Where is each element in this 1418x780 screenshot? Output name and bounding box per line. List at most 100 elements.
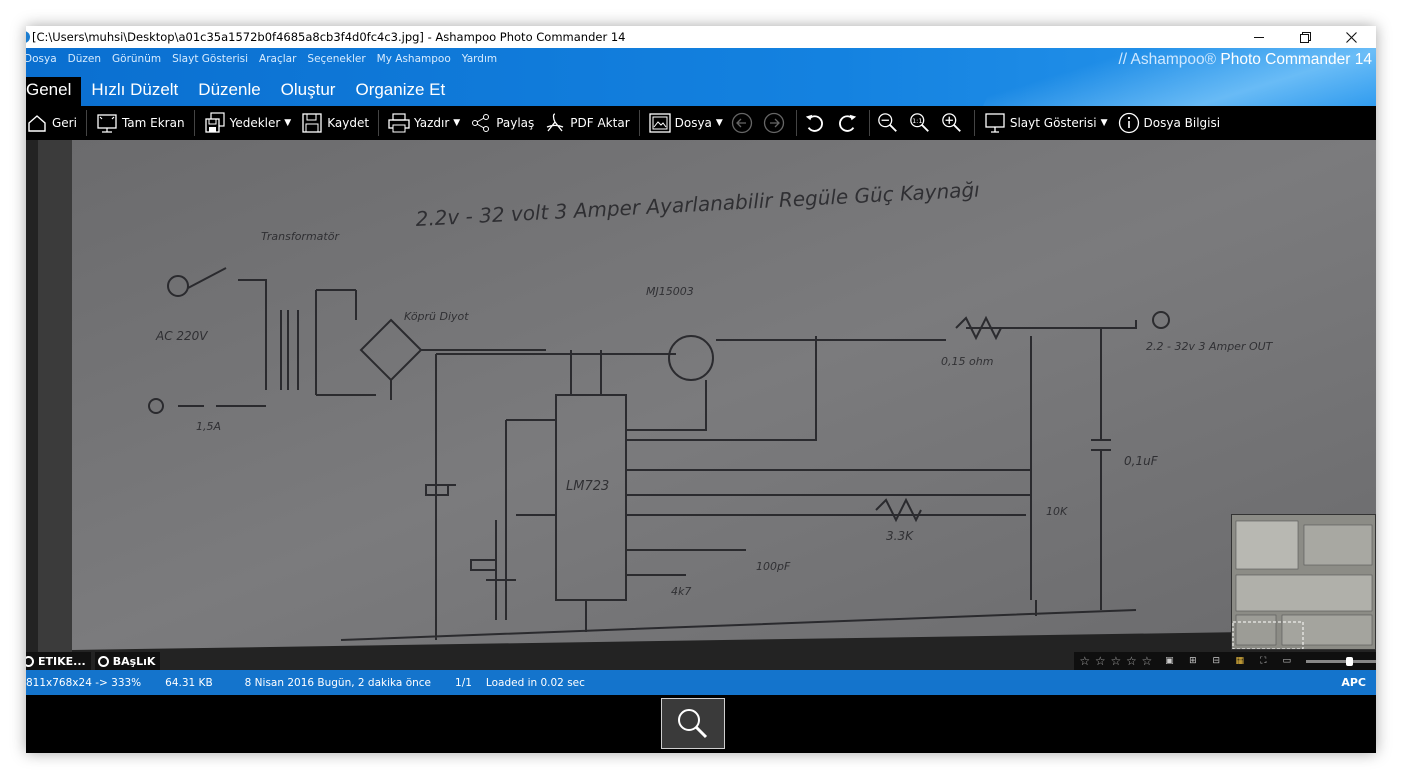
rating-bar: ☆ ☆ ☆ ☆ ☆ ▣ ⊞ ⊟ ▦ ⛶ ▭ <box>1074 652 1376 670</box>
zoom-slider[interactable] <box>1306 656 1376 666</box>
photo-pot-text: 10K <box>1046 505 1068 518</box>
photo-ac-text: AC 220V <box>155 329 208 343</box>
menu-gorunum[interactable]: Görünüm <box>112 53 161 65</box>
rating-star-icon[interactable]: ☆ <box>1125 654 1139 668</box>
print-label: Yazdır <box>414 116 450 130</box>
window-title: [C:\Users\muhsi\Desktop\a01c35a1572b0f46… <box>32 30 626 44</box>
zoom-in-button[interactable] <box>938 106 970 140</box>
tag-button[interactable]: ETIKE... <box>26 652 91 670</box>
info-circle-icon <box>1118 112 1140 134</box>
tag-label: ETIKE... <box>38 654 86 668</box>
file-button[interactable]: Dosya ▼ <box>644 106 728 140</box>
zoom-out-button[interactable] <box>874 106 906 140</box>
rating-star-icon[interactable]: ☆ <box>1078 654 1092 668</box>
rotate-right-icon <box>836 112 858 134</box>
file-label: Dosya <box>674 116 712 130</box>
menu-secenekler[interactable]: Seçenekler <box>307 53 365 65</box>
status-date: 8 Nisan 2016 Bugün, 2 dakika önce <box>244 676 432 689</box>
rating-star-icon[interactable]: ☆ <box>1094 654 1108 668</box>
tab-hizli-duzelt[interactable]: Hızlı Düzelt <box>81 77 188 106</box>
navigator-thumbnail[interactable] <box>1231 514 1376 650</box>
filmstrip <box>26 695 1376 753</box>
tab-olustur[interactable]: Oluştur <box>271 77 346 106</box>
menu-duzen[interactable]: Düzen <box>68 53 101 65</box>
photo-transistor-text: MJ15003 <box>646 285 694 298</box>
toolbar: Geri Tam Ekran Yedekler ▼ Kaydet Yazdır … <box>26 106 1376 140</box>
overlay-tags: ETIKE... BAşLıK <box>26 652 161 670</box>
menu-slayt-gosterisi[interactable]: Slayt Gösterisi <box>172 53 248 65</box>
image-viewport[interactable]: 2.2v - 32 volt 3 Amper Ayarlanabilir Reg… <box>26 140 1376 670</box>
title-button[interactable]: BAşLıK <box>94 652 161 670</box>
file-info-button[interactable]: Dosya Bilgisi <box>1113 106 1226 140</box>
status-index: 1/1 <box>455 676 472 689</box>
tag-radio-icon <box>26 655 34 667</box>
app-icon <box>26 31 30 43</box>
zoom-in-icon <box>941 112 963 134</box>
pdf-export-button[interactable]: PDF Aktar <box>539 106 634 140</box>
share-icon <box>470 112 492 134</box>
zoom-slider-knob[interactable] <box>1346 656 1354 666</box>
app-window: [C:\Users\muhsi\Desktop\a01c35a1572b0f46… <box>26 26 1376 753</box>
brand-prefix: // Ashampoo® <box>1118 51 1217 68</box>
single-view-icon[interactable]: ▣ <box>1162 655 1177 667</box>
rotate-right-button[interactable] <box>833 106 865 140</box>
dropdown-arrow-icon: ▼ <box>715 118 723 128</box>
backups-button[interactable]: Yedekler ▼ <box>199 106 297 140</box>
fit-screen-icon[interactable]: ⛶ <box>1256 655 1271 667</box>
title-radio-icon <box>97 655 109 667</box>
tab-duzenle[interactable]: Düzenle <box>188 77 270 106</box>
print-button[interactable]: Yazdır ▼ <box>383 106 465 140</box>
save-button[interactable]: Kaydet <box>296 106 374 140</box>
svg-text:1:1: 1:1 <box>912 117 922 125</box>
compare-view-icon[interactable]: ⊞ <box>1185 655 1200 667</box>
dropdown-arrow-icon: ▼ <box>284 118 292 128</box>
rating-star-icon[interactable]: ☆ <box>1109 654 1123 668</box>
photo-r2-text: 4k7 <box>671 585 691 598</box>
minimize-icon <box>1254 36 1264 38</box>
rotate-left-icon <box>804 112 826 134</box>
menu-bar: Dosya Düzen Görünüm Slayt Gösterisi Araç… <box>26 53 497 65</box>
pdf-acrobat-icon <box>544 112 566 134</box>
close-icon <box>1345 31 1357 43</box>
photo-output-text: 2.2 - 32v 3 Amper OUT <box>1146 340 1274 353</box>
menu-araclar[interactable]: Araçlar <box>259 53 296 65</box>
photo-bridge-text: Köprü Diyot <box>404 310 469 323</box>
close-button[interactable] <box>1328 26 1374 48</box>
previous-button[interactable] <box>728 106 760 140</box>
ribbon-header: Dosya Düzen Görünüm Slayt Gösterisi Araç… <box>26 48 1376 106</box>
brand-logo: // Ashampoo® Photo Commander 14 <box>1118 51 1372 69</box>
tab-organize-et[interactable]: Organize Et <box>345 77 455 106</box>
restore-button[interactable] <box>1282 26 1328 48</box>
zoom-1to1-icon: 1:1 <box>909 112 931 134</box>
next-button[interactable] <box>760 106 792 140</box>
share-label: Paylaş <box>496 116 535 130</box>
brand-product: Photo Commander 14 <box>1220 51 1372 68</box>
photo-rsense-text: 0,15 ohm <box>941 355 993 368</box>
rating-star-icon[interactable]: ☆ <box>1140 654 1154 668</box>
image-file-icon <box>648 112 671 134</box>
share-button[interactable]: Paylaş <box>465 106 539 140</box>
fullscreen-button[interactable]: Tam Ekran <box>91 106 190 140</box>
projector-screen-icon <box>984 112 1006 134</box>
magnifier-icon <box>678 708 708 738</box>
ribbon-tabs: Genel Hızlı Düzelt Düzenle Oluştur Organ… <box>26 77 455 106</box>
zoom-actual-size-button[interactable]: 1:1 <box>906 106 938 140</box>
pdf-export-label: PDF Aktar <box>570 116 630 130</box>
tab-genel[interactable]: Genel <box>26 77 82 106</box>
rotate-left-button[interactable] <box>801 106 833 140</box>
status-bar: 811x768x24 -> 333% 64.31 KB 8 Nisan 2016… <box>26 670 1376 695</box>
dropdown-arrow-icon: ▼ <box>1100 118 1108 128</box>
menu-yardim[interactable]: Yardım <box>462 53 497 65</box>
split-view-icon[interactable]: ⊟ <box>1209 655 1224 667</box>
minimize-button[interactable] <box>1236 26 1282 48</box>
thumbnail-view-icon[interactable]: ▦ <box>1232 655 1247 667</box>
slideshow-button[interactable]: Slayt Gösterisi ▼ <box>979 106 1113 140</box>
filmstrip-thumbnail[interactable] <box>661 698 725 749</box>
title-bar[interactable]: [C:\Users\muhsi\Desktop\a01c35a1572b0f46… <box>26 26 1376 48</box>
monitor-icon[interactable]: ▭ <box>1279 655 1294 667</box>
slideshow-label: Slayt Gösterisi <box>1009 116 1097 130</box>
arrow-left-circle-icon <box>731 112 753 134</box>
back-button[interactable]: Geri <box>26 106 82 140</box>
menu-my-ashampoo[interactable]: My Ashampoo <box>377 53 451 65</box>
menu-dosya[interactable]: Dosya <box>26 53 57 65</box>
